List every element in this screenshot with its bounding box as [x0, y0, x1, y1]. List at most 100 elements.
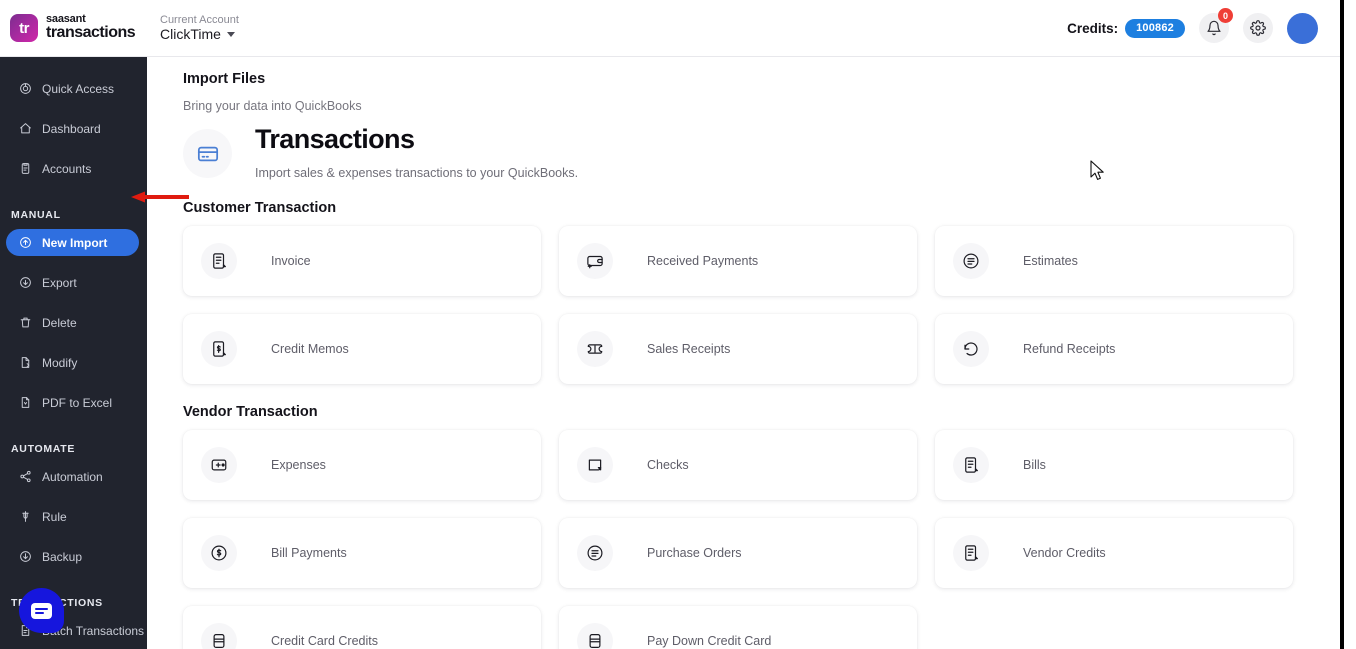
- sidebar-item-label: Dashboard: [42, 121, 101, 136]
- transaction-card-vendor-credits[interactable]: Vendor Credits: [935, 517, 1293, 588]
- bell-icon: [1207, 20, 1221, 36]
- current-account-value-row[interactable]: ClickTime: [160, 26, 239, 42]
- sidebar-item-label: Export: [42, 275, 77, 290]
- top-bar: tr saasant transactions Current Account …: [0, 0, 1340, 57]
- section-title: Customer Transaction: [183, 199, 337, 216]
- bill-icon: [953, 446, 989, 483]
- estimate-icon: [953, 242, 989, 279]
- current-account-selector[interactable]: Current Account ClickTime: [160, 14, 239, 43]
- credits-badge[interactable]: 100862: [1125, 18, 1185, 38]
- brand-mark-icon: tr: [10, 14, 38, 42]
- transaction-card-received-payments[interactable]: Received Payments: [559, 225, 917, 296]
- sidebar-item-quick-access[interactable]: Quick Access: [6, 75, 139, 102]
- hero-text: Transactions Import sales & expenses tra…: [255, 124, 579, 180]
- sidebar-item-automation[interactable]: Automation: [6, 463, 139, 490]
- transaction-card-label: Bill Payments: [271, 545, 347, 560]
- page-title: Transactions: [255, 124, 415, 154]
- sidebar-item-export[interactable]: Export: [6, 269, 139, 296]
- sidebar-item-dashboard[interactable]: Dashboard: [6, 115, 139, 142]
- transaction-card-expenses[interactable]: Expenses: [183, 429, 541, 500]
- trash-icon: [18, 316, 32, 330]
- transaction-card-bill-payments[interactable]: Bill Payments: [183, 517, 541, 588]
- brand-text: saasant transactions: [46, 14, 136, 41]
- transaction-card-purchase-orders[interactable]: Purchase Orders: [559, 517, 917, 588]
- clipboard-icon: [18, 162, 32, 176]
- transaction-card-label: Credit Memos: [271, 341, 349, 356]
- credits-display: Credits: 100862: [1067, 18, 1185, 38]
- transaction-card-estimates[interactable]: Estimates: [935, 225, 1293, 296]
- sidebar-item-pdf-to-excel[interactable]: PDF to Excel: [6, 389, 139, 416]
- user-avatar[interactable]: [1287, 12, 1318, 44]
- transaction-card-grid: Invoice Received Payments Estimates Credit …: [183, 225, 1340, 384]
- share-nodes-icon: [18, 470, 32, 484]
- target-icon: [18, 82, 32, 96]
- transaction-card-label: Refund Receipts: [1023, 341, 1116, 356]
- transaction-card-sales-receipts[interactable]: Sales Receipts: [559, 313, 917, 384]
- sidebar-item-rule[interactable]: Rule: [6, 503, 139, 530]
- backup-icon: [18, 550, 32, 564]
- transaction-card-credit-memos[interactable]: Credit Memos: [183, 313, 541, 384]
- rule-icon: [18, 510, 32, 524]
- check-icon: [577, 446, 613, 483]
- credits-label: Credits:: [1067, 20, 1119, 36]
- gear-icon: [1250, 20, 1266, 36]
- sidebar-item-modify[interactable]: Modify: [6, 349, 139, 376]
- transaction-card-label: Invoice: [271, 253, 311, 268]
- bill-payment-icon: [201, 534, 237, 571]
- sidebar-item-delete[interactable]: Delete: [6, 309, 139, 336]
- home-icon: [18, 122, 32, 136]
- app-logo[interactable]: tr saasant transactions: [0, 14, 148, 42]
- transaction-card-label: Checks: [647, 457, 689, 472]
- sidebar: Quick Access Dashboard Accounts MANUAL New …: [0, 57, 147, 649]
- sidebar-item-label: New Import: [42, 235, 108, 250]
- transaction-card-invoice[interactable]: Invoice: [183, 225, 541, 296]
- transaction-card-label: Bills: [1023, 457, 1046, 472]
- sidebar-item-new-import[interactable]: New Import: [6, 229, 139, 256]
- current-account-label: Current Account: [160, 13, 239, 26]
- received-payment-icon: [577, 242, 613, 279]
- edit-file-icon: [18, 356, 32, 370]
- pdf-file-icon: [18, 396, 32, 410]
- settings-button[interactable]: [1243, 13, 1273, 43]
- sidebar-item-backup[interactable]: Backup: [6, 543, 139, 570]
- transaction-card-label: Purchase Orders: [647, 545, 742, 560]
- sidebar-item-label: Backup: [42, 549, 83, 564]
- credit-card-icon: [197, 146, 218, 161]
- page-kicker: Import Files: [183, 71, 266, 87]
- pay-down-card-icon: [577, 622, 613, 649]
- transaction-card-bills[interactable]: Bills: [935, 429, 1293, 500]
- chat-support-button[interactable]: [19, 588, 64, 633]
- transaction-card-label: Estimates: [1023, 253, 1078, 268]
- sidebar-groups: MANUAL New Import Export Delete Modify PDF to…: [0, 195, 147, 649]
- credit-memo-icon: [201, 330, 237, 367]
- upload-icon: [18, 236, 32, 250]
- chat-bubble-icon: [31, 602, 52, 619]
- current-account-value: ClickTime: [160, 26, 221, 43]
- transaction-card-pay-down-credit-card[interactable]: Pay Down Credit Card: [559, 605, 917, 649]
- main-content: Import Files Bring your data into QuickB…: [147, 57, 1340, 649]
- vendor-credit-icon: [953, 534, 989, 571]
- transaction-card-label: Pay Down Credit Card: [647, 633, 772, 648]
- refund-icon: [953, 330, 989, 367]
- brand-name-bottom: transactions: [46, 23, 136, 41]
- transaction-card-checks[interactable]: Checks: [559, 429, 917, 500]
- transaction-card-label: Received Payments: [647, 253, 759, 268]
- sidebar-item-label: Rule: [42, 509, 67, 524]
- transaction-sections: Customer Transaction Invoice Received Paym…: [183, 200, 1340, 649]
- notifications-button[interactable]: 0: [1199, 8, 1233, 43]
- sidebar-item-accounts[interactable]: Accounts: [6, 155, 139, 182]
- page-description: Import sales & expenses transactions to …: [255, 165, 579, 180]
- notification-count-badge: 0: [1218, 8, 1233, 23]
- transaction-card-refund-receipts[interactable]: Refund Receipts: [935, 313, 1293, 384]
- sidebar-top-items: Quick Access Dashboard Accounts: [0, 75, 147, 195]
- sidebar-item-label: Delete: [42, 315, 77, 330]
- sidebar-item-label: Automation: [42, 469, 103, 484]
- transaction-card-credit-card-credits[interactable]: Credit Card Credits: [183, 605, 541, 649]
- sidebar-section-title: MANUAL: [11, 209, 61, 221]
